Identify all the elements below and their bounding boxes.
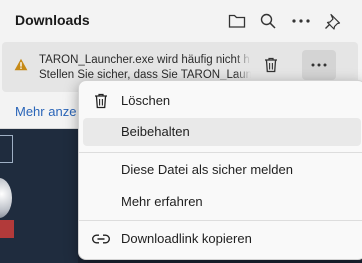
more-options-icon[interactable] — [289, 9, 313, 33]
panel-title: Downloads — [15, 12, 90, 28]
menu-separator — [79, 152, 362, 153]
menu-separator — [79, 220, 362, 221]
menu-item-label: Mehr erfahren — [121, 194, 203, 209]
context-menu: Löschen Beibehalten Diese Datei als sich… — [78, 80, 362, 260]
background-red-block — [0, 220, 14, 238]
menu-item-copy-link[interactable]: Downloadlink kopieren — [83, 225, 361, 253]
trash-icon[interactable] — [260, 54, 282, 76]
trash-icon — [92, 92, 110, 110]
menu-item-label: Löschen — [121, 93, 171, 108]
show-more-link[interactable]: Mehr anze — [15, 104, 76, 119]
menu-item-report-safe[interactable]: Diese Datei als sicher melden — [83, 156, 361, 184]
download-warning-text: TARON_Launcher.exe wird häufig nicht h S… — [39, 53, 251, 83]
item-more-options-button[interactable] — [302, 50, 336, 80]
menu-item-label: Diese Datei als sicher melden — [121, 162, 293, 177]
menu-item-keep[interactable]: Beibehalten — [83, 118, 361, 146]
warning-icon — [14, 58, 28, 76]
pin-icon[interactable] — [321, 9, 345, 33]
menu-item-label: Beibehalten — [121, 124, 190, 139]
menu-item-learn-more[interactable]: Mehr erfahren — [83, 188, 361, 216]
more-options-icon — [311, 63, 327, 67]
download-warning-line1: TARON_Launcher.exe wird häufig nicht h — [39, 54, 250, 66]
menu-item-delete[interactable]: Löschen — [83, 87, 361, 115]
search-icon[interactable] — [256, 9, 280, 33]
menu-item-label: Downloadlink kopieren — [121, 231, 252, 246]
background-frame — [0, 135, 13, 163]
link-icon — [92, 230, 110, 248]
folder-icon[interactable] — [225, 9, 249, 33]
